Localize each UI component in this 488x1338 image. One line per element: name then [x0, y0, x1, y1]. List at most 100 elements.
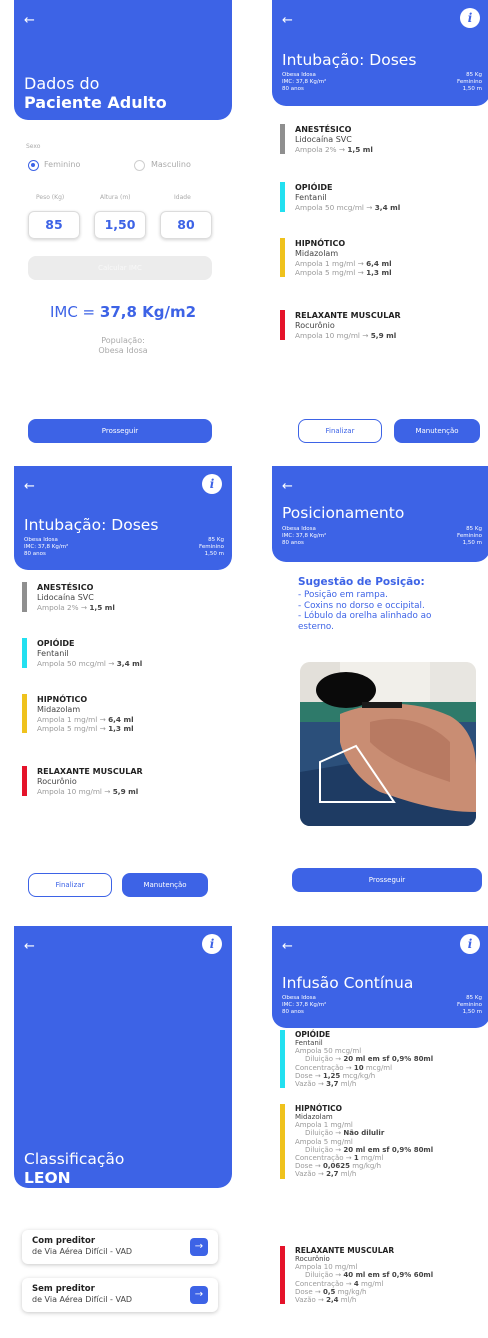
- dose-text: Ampola 10 mg/ml →: [37, 787, 113, 796]
- card-com-preditor[interactable]: Com preditor de Via Aérea Difícil - VAD …: [22, 1230, 218, 1264]
- finalizar-button[interactable]: Finalizar: [28, 873, 112, 897]
- back-arrow-icon[interactable]: ←: [282, 940, 293, 953]
- back-arrow-icon[interactable]: ←: [24, 940, 35, 953]
- infusion-line: Ampola 10 mg/ml: [295, 1263, 433, 1271]
- infusion-line-text: Midazolam: [295, 1113, 333, 1121]
- page-title: Infusão Contínua: [282, 974, 414, 992]
- infusion-line-text: Ampola 50 mcg/ml: [295, 1047, 362, 1056]
- infusion-line: Ampola 5 mg/ml: [295, 1138, 433, 1146]
- infusion-line-value: 2,4: [326, 1296, 339, 1305]
- infusion-line: Concentração → 4 mg/ml: [295, 1280, 433, 1288]
- infusion-category: RELAXANTE MUSCULAR: [295, 1246, 395, 1255]
- meta-age: 80 anos: [24, 551, 46, 557]
- dose-value: 3,4 ml: [116, 659, 143, 668]
- infusion-line: Dose → 0,0625 mg/kg/h: [295, 1162, 433, 1170]
- back-arrow-icon[interactable]: ←: [24, 480, 35, 493]
- info-icon[interactable]: i: [460, 8, 480, 28]
- drug-dose: Ampola 10 mg/ml → 5,9 ml: [37, 787, 143, 796]
- infusion-line-text: Vazão →: [295, 1296, 327, 1305]
- drug-dose: Ampola 10 mg/ml → 5,9 ml: [295, 331, 401, 340]
- dose-text: Ampola 50 mcg/ml →: [295, 203, 375, 212]
- drug-category: HIPNÓTICO: [37, 695, 88, 704]
- dose-value: 5,9 ml: [112, 787, 139, 796]
- drug-category: HIPNÓTICO: [295, 239, 346, 248]
- info-icon[interactable]: i: [460, 934, 480, 954]
- drug-relaxante: RELAXANTE MUSCULAR Rocurônio Ampola 10 m…: [22, 766, 143, 796]
- meta-weight: 85 Kg: [466, 526, 482, 532]
- infusion-line-text: Ampola 5 mg/ml: [295, 1137, 353, 1146]
- drug-name: Midazolam: [37, 705, 81, 714]
- infusion-line-unit: mg/kg/h: [335, 1287, 367, 1296]
- infusion-line: Vazão → 3,7 ml/h: [295, 1080, 433, 1088]
- drug-category: ANESTÉSICO: [295, 125, 352, 134]
- drug-opioide: OPIÓIDE Fentanil Ampola 50 mcg/ml → 3,4 …: [22, 638, 142, 668]
- meta-imc: IMC: 37,8 Kg/m²: [24, 544, 69, 550]
- drug-dose: Ampola 5 mg/ml → 1,3 ml: [295, 268, 392, 277]
- radio-masculino[interactable]: [134, 160, 145, 171]
- header: ← i Infusão Contínua Obesa Idosa IMC: 37…: [272, 926, 488, 1028]
- suggestion-item: - Coxins no dorso e occipital.: [298, 600, 425, 611]
- prosseguir-button[interactable]: Prosseguir: [28, 419, 212, 443]
- drug-name: Midazolam: [295, 249, 339, 258]
- drug-dose: Ampola 50 mcg/ml → 3,4 ml: [37, 659, 142, 668]
- arrow-right-icon[interactable]: →: [190, 1286, 208, 1304]
- calcular-imc-button[interactable]: Calcular IMC: [28, 256, 212, 280]
- info-icon[interactable]: i: [202, 474, 222, 494]
- suggestion-item: - Posição em rampa.: [298, 590, 388, 600]
- idade-input[interactable]: 80: [160, 211, 212, 239]
- infusion-line-text: Ampola 1 mg/ml: [295, 1121, 353, 1130]
- header: ← i Intubação: Doses Obesa Idosa IMC: 37…: [272, 0, 488, 106]
- infusion-category: OPIÓIDE: [295, 1030, 331, 1039]
- drug-category: ANESTÉSICO: [37, 583, 94, 592]
- infusion-line-unit: mg/ml: [358, 1279, 384, 1288]
- dose-value: 1,3 ml: [366, 268, 392, 277]
- meta-height: 1,50 m: [462, 86, 482, 92]
- page-title-line1: Classificação: [24, 1150, 125, 1168]
- info-icon[interactable]: i: [202, 934, 222, 954]
- drug-dose: Ampola 2% → 1,5 ml: [295, 145, 373, 154]
- infusion-line-value: 20 ml em sf 0,9% 80ml: [343, 1055, 434, 1064]
- drug-dose: Ampola 1 mg/ml → 6,4 ml: [37, 715, 134, 724]
- drug-relaxante: RELAXANTE MUSCULAR Rocurônio Ampola 10 m…: [280, 310, 401, 340]
- suggestion-item: esterno.: [298, 621, 334, 632]
- back-arrow-icon[interactable]: ←: [282, 14, 293, 27]
- meta-weight: 85 Kg: [466, 995, 482, 1001]
- infusion-line-text: Ampola 10 mg/ml: [295, 1263, 358, 1272]
- imc-result: IMC = 37,8 Kg/m2: [14, 303, 232, 321]
- back-arrow-icon[interactable]: ←: [24, 14, 35, 27]
- meta-sex: Feminino: [199, 544, 224, 550]
- drug-dose: Ampola 50 mcg/ml → 3,4 ml: [295, 203, 400, 212]
- infusion-line-unit: ml/h: [338, 1296, 357, 1305]
- imc-prefix: IMC =: [49, 303, 100, 321]
- infusion-line-text: Fentanil: [295, 1039, 323, 1047]
- radio-masculino-label: Masculino: [151, 160, 191, 169]
- infusion-line-unit: ml/h: [338, 1170, 357, 1179]
- card-sem-preditor[interactable]: Sem preditor de Via Aérea Difícil - VAD …: [22, 1278, 218, 1312]
- altura-input[interactable]: 1,50: [94, 211, 146, 239]
- radio-feminino[interactable]: [28, 160, 39, 171]
- drug-name: Fentanil: [37, 649, 69, 658]
- meta-imc: IMC: 37,8 Kg/m²: [282, 1002, 327, 1008]
- radio-dot: [31, 163, 35, 167]
- population-label: População:: [101, 336, 145, 345]
- prosseguir-button[interactable]: Prosseguir: [292, 868, 482, 892]
- back-arrow-icon[interactable]: ←: [282, 480, 293, 493]
- meta-population: Obesa Idosa: [282, 995, 316, 1001]
- patient-meta-left: Obesa Idosa IMC: 37,8 Kg/m² 80 anos: [282, 72, 326, 93]
- manutencao-button[interactable]: Manutenção: [122, 873, 208, 897]
- infusion-line-text: Dose →: [295, 1071, 323, 1080]
- manutencao-button[interactable]: Manutenção: [394, 419, 480, 443]
- sexo-label: Sexo: [26, 143, 41, 150]
- infusion-line-text: Dose →: [295, 1162, 323, 1171]
- infusion-line-value: 1,25: [322, 1071, 341, 1080]
- page-title-line1: Dados do: [24, 74, 100, 93]
- peso-input[interactable]: 85: [28, 211, 80, 239]
- infusion-line: Dose → 0,5 mg/kg/h: [295, 1288, 433, 1296]
- infusion-line: Diluição → 20 ml em sf 0,9% 80ml: [295, 1146, 433, 1154]
- infusion-line-text: Diluição →: [305, 1055, 344, 1064]
- infusion-line-text: Concentração →: [295, 1154, 354, 1163]
- infusion-line-value: 2,7: [326, 1170, 339, 1179]
- finalizar-button[interactable]: Finalizar: [298, 419, 382, 443]
- page-title: Intubação: Doses: [24, 516, 159, 534]
- arrow-right-icon[interactable]: →: [190, 1238, 208, 1256]
